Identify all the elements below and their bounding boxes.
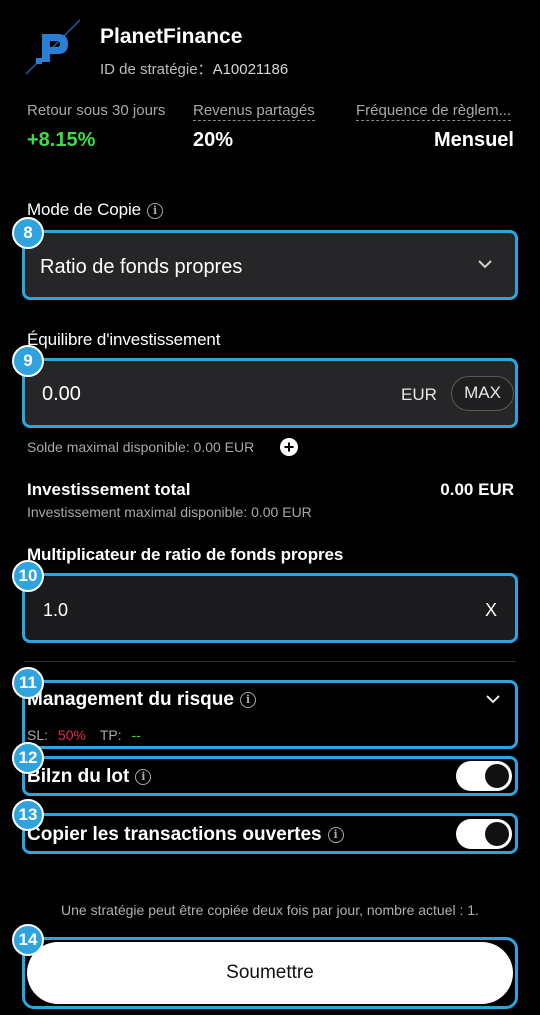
copy-mode-select[interactable]: Ratio de fonds propres	[22, 230, 518, 300]
strategy-id-value: A10021186	[212, 61, 289, 78]
submit-button[interactable]: Soumettre	[27, 942, 513, 1004]
tp-value: --	[131, 727, 141, 743]
sl-tp-row: SL: 50% TP: --	[27, 727, 141, 743]
investment-balance-input[interactable]: 0.00 EUR MAX	[22, 358, 518, 428]
copy-open-trades-toggle[interactable]	[456, 819, 512, 849]
multiplier-unit: X	[484, 600, 497, 620]
step-badge-8: 8	[12, 217, 44, 249]
total-investment-label: Investissement total	[27, 480, 191, 499]
total-investment-value: 0.00 EUR	[440, 480, 514, 499]
max-available-balance: Solde maximal disponible: 0.00 EUR	[27, 439, 255, 455]
copy-open-trades-row: Copier les transactions ouvertes i	[22, 813, 518, 854]
step-badge-13: 13	[12, 799, 44, 831]
copy-mode-label: Mode de Copie i	[27, 200, 163, 220]
sl-label: SL:	[27, 727, 49, 743]
step-badge-14: 14	[12, 924, 44, 956]
risk-management-header: Management du risque i	[27, 689, 256, 711]
planetfinance-logo	[24, 18, 82, 76]
copy-limit-notice: Une stratégie peut être copiée deux fois…	[61, 902, 479, 918]
risk-management-section[interactable]: Management du risque i SL: 50% TP: --	[22, 680, 518, 749]
lot-balance-toggle[interactable]	[456, 761, 512, 791]
step-badge-9: 9	[12, 345, 44, 377]
info-icon[interactable]: i	[327, 826, 344, 843]
multiplier-input[interactable]: 1.0 X	[22, 573, 518, 643]
chevron-down-icon	[477, 257, 493, 275]
copy-mode-label-text: Mode de Copie	[27, 200, 141, 219]
sl-value: 50%	[57, 727, 86, 743]
max-button[interactable]: MAX	[451, 376, 514, 411]
settlement-frequency-value: Mensuel	[433, 129, 514, 151]
revenue-share-label[interactable]: Revenus partagés	[193, 102, 315, 121]
copy-open-trades-label: Copier les transactions ouvertes	[27, 824, 322, 845]
add-funds-icon[interactable]	[280, 438, 298, 456]
strategy-id-label: ID de stratégie：	[100, 61, 213, 78]
toggle-knob	[485, 764, 509, 788]
divider	[24, 661, 516, 662]
max-investment-available: Investissement maximal disponible: 0.00 …	[27, 504, 312, 520]
currency-label: EUR	[401, 385, 437, 404]
return-30d-label: Retour sous 30 jours	[27, 102, 166, 119]
multiplier-label: Multiplicateur de ratio de fonds propres	[27, 545, 344, 564]
return-30d-value: +8.15%	[27, 129, 96, 151]
info-icon[interactable]: i	[147, 202, 163, 219]
tp-label: TP:	[99, 727, 122, 743]
info-icon[interactable]: i	[239, 691, 256, 708]
info-icon[interactable]: i	[135, 768, 152, 785]
step-badge-10: 10	[12, 560, 44, 592]
chevron-down-icon[interactable]	[485, 692, 501, 710]
step-badge-11: 11	[12, 667, 44, 699]
investment-balance-value: 0.00	[42, 383, 81, 405]
lot-balance-row: Bilzn du lot i	[22, 756, 518, 796]
copy-mode-selected: Ratio de fonds propres	[40, 256, 243, 278]
lot-balance-label: Bilzn du lot	[27, 766, 130, 787]
risk-management-label: Management du risque	[27, 689, 234, 710]
strategy-name: PlanetFinance	[100, 25, 243, 48]
strategy-id: ID de stratégie：A10021186	[100, 58, 288, 79]
copy-open-trades-header: Copier les transactions ouvertes i	[27, 824, 344, 846]
multiplier-value: 1.0	[43, 600, 69, 620]
lot-balance-header: Bilzn du lot i	[27, 766, 152, 788]
investment-balance-label: Équilibre d'investissement	[27, 330, 221, 349]
step-badge-12: 12	[12, 742, 44, 774]
toggle-knob	[485, 822, 509, 846]
revenue-share-value: 20%	[193, 129, 234, 151]
settlement-frequency-label[interactable]: Fréquence de règlem...	[356, 102, 512, 121]
